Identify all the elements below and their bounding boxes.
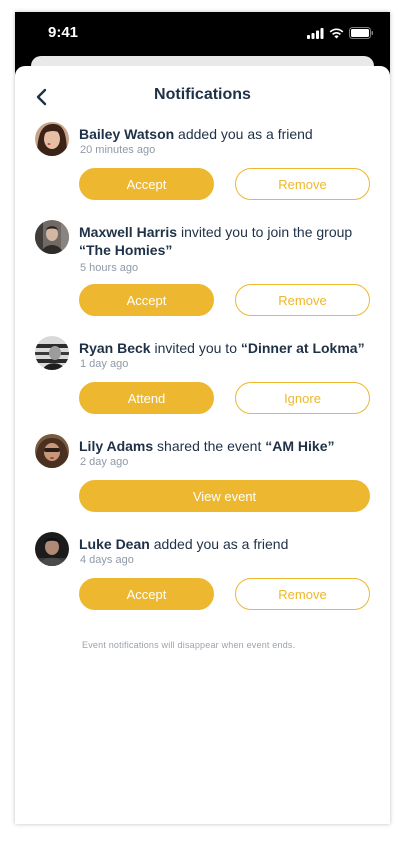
timestamp: 4 days ago [80,554,134,566]
message-text: invited you to [150,340,241,356]
timestamp: 2 day ago [80,456,129,468]
remove-button[interactable]: Remove [235,578,370,610]
battery-icon [349,27,373,39]
signal-icon [307,27,324,39]
user-name[interactable]: Bailey Watson [79,126,174,142]
accept-button[interactable]: Accept [79,578,214,610]
notification-message: Maxwell Harris invited you to join the g… [79,223,369,259]
timestamp: 5 hours ago [80,262,139,274]
user-name[interactable]: Ryan Beck [79,340,151,356]
avatar[interactable] [35,336,69,370]
message-text: added you as a friend [174,126,313,142]
timestamp: 1 day ago [80,358,129,370]
user-name[interactable]: Lily Adams [79,438,153,454]
notifications-sheet: Notifications Bailey Watson added you as… [15,66,390,824]
avatar[interactable] [35,220,69,254]
status-bar: 9:41 [15,12,390,56]
user-name[interactable]: Luke Dean [79,536,150,552]
notification-message: Lily Adams shared the event “AM Hike” [79,437,369,455]
avatar[interactable] [35,122,69,156]
notification-message: Ryan Beck invited you to “Dinner at Lokm… [79,339,369,357]
view-event-button[interactable]: View event [79,480,370,512]
status-icons [307,27,374,39]
avatar[interactable] [35,434,69,468]
notification-message: Bailey Watson added you as a friend [79,125,369,143]
page-title: Notifications [154,86,251,103]
accept-button[interactable]: Accept [79,284,214,316]
remove-button[interactable]: Remove [235,168,370,200]
notification-message: Luke Dean added you as a friend [79,535,369,553]
accept-button[interactable]: Accept [79,168,214,200]
ignore-button[interactable]: Ignore [235,382,370,414]
message-text: invited you to join the group [177,224,353,240]
message-text: shared the event [153,438,266,454]
footer-note: Event notifications will disappear when … [82,640,296,650]
event-name[interactable]: “Dinner at Lokma” [241,340,365,356]
attend-button[interactable]: Attend [79,382,214,414]
event-name[interactable]: “AM Hike” [265,438,334,454]
group-name[interactable]: “The Homies” [79,242,172,258]
avatar[interactable] [35,532,69,566]
user-name[interactable]: Maxwell Harris [79,224,177,240]
message-text: added you as a friend [149,536,289,552]
status-time: 9:41 [48,24,79,41]
phone-frame: 9:41 Notifications Bailey Watson added y… [15,12,390,824]
remove-button[interactable]: Remove [235,284,370,316]
timestamp: 20 minutes ago [80,144,156,156]
wifi-icon [329,28,344,38]
